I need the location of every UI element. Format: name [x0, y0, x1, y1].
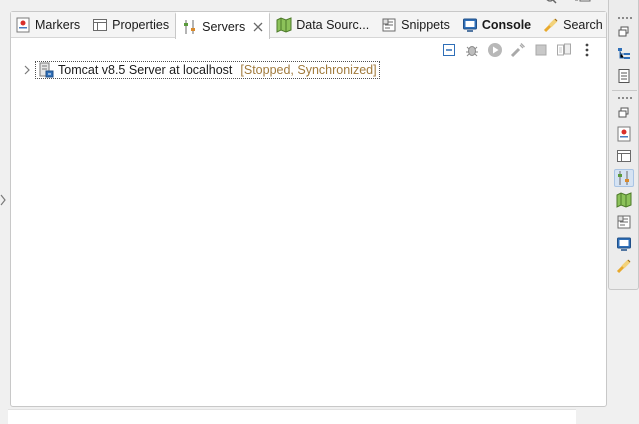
bottom-status-strip [8, 409, 576, 424]
view-tab-bar: Markers Properties Servers Data Sourc... [11, 12, 620, 39]
server-status: [Stopped, Synchronized] [240, 63, 377, 77]
stop-icon[interactable] [532, 41, 550, 59]
profile-icon[interactable] [509, 41, 527, 59]
markers-icon [15, 17, 31, 33]
server-name: Tomcat v8.5 Server at localhost [58, 63, 233, 77]
tab-label: Markers [35, 18, 81, 32]
publish-icon[interactable] [555, 41, 573, 59]
collapse-all-icon[interactable] [440, 41, 458, 59]
tab-label: Search [563, 18, 603, 32]
tab-label: Properties [112, 18, 170, 32]
view-menu-icon[interactable] [578, 41, 596, 59]
close-icon[interactable] [253, 22, 263, 32]
data-source-icon [276, 17, 292, 33]
debug-icon[interactable] [463, 41, 481, 59]
search-toolbar-icon[interactable] [544, 0, 558, 5]
tab-label: Servers [202, 19, 246, 34]
top-toolbar-fragment [544, 0, 592, 5]
tab-snippets[interactable]: Snippets [375, 12, 456, 38]
properties-icon[interactable] [614, 147, 634, 165]
chevron-right-icon[interactable] [21, 61, 33, 79]
maximize-corner-icon[interactable] [574, 0, 592, 5]
snippets-icon [381, 17, 397, 33]
trim-drag-handle[interactable] [618, 97, 632, 99]
trim-drag-handle[interactable] [618, 17, 632, 19]
servers-view-toolbar [440, 41, 596, 59]
left-frame [0, 0, 8, 424]
sash-handle-icon[interactable] [0, 193, 7, 207]
tab-data-source[interactable]: Data Sourc... [270, 12, 375, 38]
search-icon[interactable] [614, 257, 634, 275]
tab-label: Data Sourc... [296, 18, 370, 32]
tab-properties[interactable]: Properties [86, 12, 175, 38]
restore-icon[interactable] [614, 104, 634, 122]
tab-search[interactable]: Search [537, 12, 609, 38]
restore-icon[interactable] [614, 23, 634, 41]
data-source-icon[interactable] [614, 191, 634, 209]
trim-separator [612, 90, 637, 91]
start-icon[interactable] [486, 41, 504, 59]
servers-view-panel: Markers Properties Servers Data Sourc... [10, 11, 620, 407]
servers-icon [182, 19, 198, 35]
servers-icon[interactable] [614, 169, 634, 187]
console-icon[interactable] [614, 235, 634, 253]
tab-console[interactable]: Console [456, 12, 537, 38]
task-list-icon[interactable] [614, 67, 634, 85]
server-tree-item[interactable]: Tomcat v8.5 Server at localhost [Stopped… [35, 61, 380, 79]
tab-label: Console [481, 18, 532, 32]
console-icon [462, 17, 478, 33]
outline-icon[interactable] [614, 45, 634, 63]
markers-icon[interactable] [614, 125, 634, 143]
snippets-icon[interactable] [614, 213, 634, 231]
tomcat-server-icon [38, 62, 54, 78]
tab-label: Snippets [401, 18, 450, 32]
tab-markers[interactable]: Markers [11, 12, 86, 38]
properties-icon [92, 17, 108, 33]
search-icon [543, 17, 559, 33]
right-trim-stack [608, 0, 639, 290]
servers-tree: Tomcat v8.5 Server at localhost [Stopped… [21, 60, 380, 80]
tab-servers[interactable]: Servers [175, 12, 271, 39]
